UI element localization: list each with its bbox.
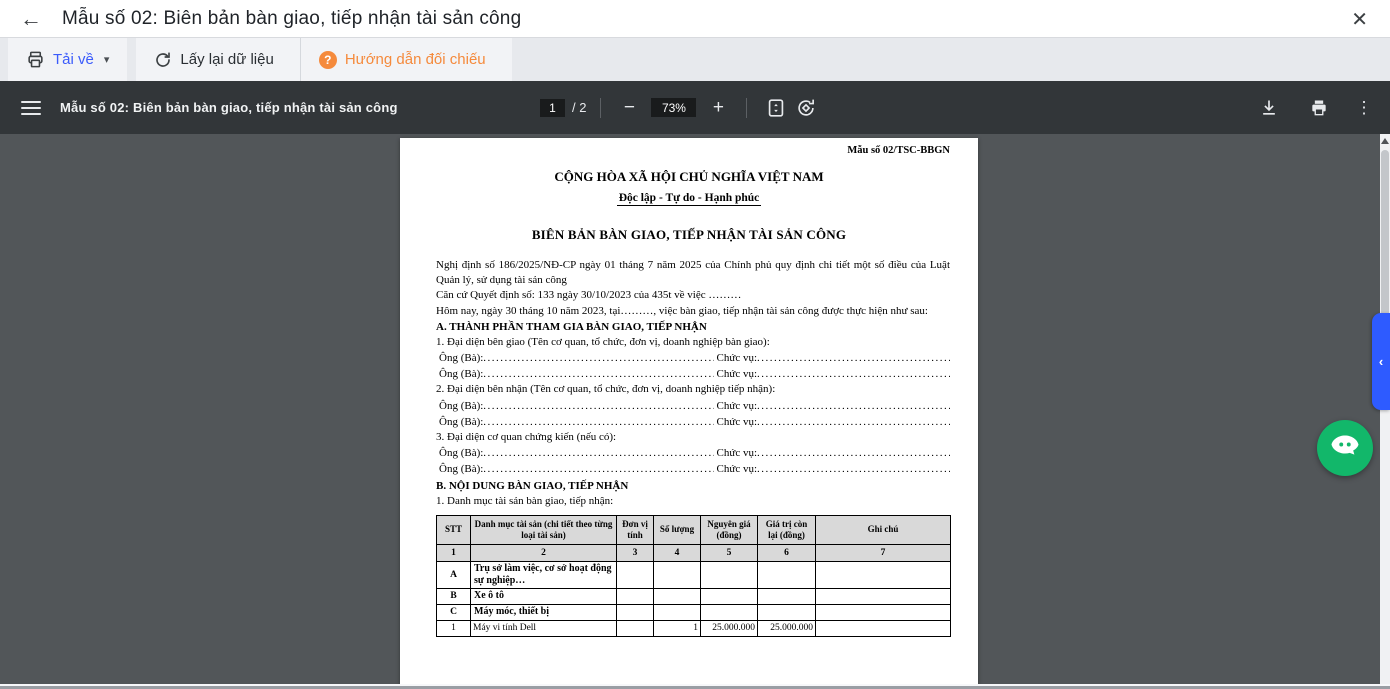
refresh-icon bbox=[154, 51, 172, 69]
person-line: Ông (Bà):...............................… bbox=[436, 445, 950, 461]
download-button[interactable]: Tải về ▾ bbox=[8, 38, 127, 81]
dotted-line: ........................................… bbox=[483, 398, 713, 414]
asset-table: STT Danh mục tài sản (chi tiết theo từng… bbox=[436, 515, 951, 637]
dotted-line: ........................................… bbox=[483, 414, 713, 430]
dotted-line: ........................................… bbox=[757, 461, 950, 477]
role-label: Chức vụ: bbox=[714, 366, 758, 382]
dotted-line: ........................................… bbox=[757, 366, 950, 382]
guide-link[interactable]: ? Hướng dẫn đối chiếu bbox=[300, 38, 512, 81]
modal-title: Mẫu số 02: Biên bản bàn giao, tiếp nhận … bbox=[62, 8, 521, 30]
pdf-viewer-canvas[interactable]: Mẫu số 02/TSC-BBGN CỘNG HÒA XÃ HỘI CHỦ N… bbox=[0, 134, 1390, 684]
app-window: ← Mẫu số 02: Biên bản bàn giao, tiếp nhậ… bbox=[0, 0, 1390, 689]
dotted-line: ........................................… bbox=[757, 350, 950, 366]
col-header: Ghi chú bbox=[816, 515, 951, 544]
back-arrow-icon[interactable]: ← bbox=[20, 8, 44, 30]
help-icon: ? bbox=[319, 51, 337, 69]
person-label: Ông (Bà): bbox=[436, 414, 483, 430]
national-title: CỘNG HÒA XÃ HỘI CHỦ NGHĨA VIỆT NAM bbox=[400, 169, 978, 185]
chevron-left-icon: ‹ bbox=[1379, 354, 1383, 369]
person-label: Ông (Bà): bbox=[436, 398, 483, 414]
printer-icon bbox=[26, 50, 45, 69]
dotted-line: ........................................… bbox=[757, 414, 950, 430]
download-label: Tải về bbox=[53, 51, 94, 68]
toolbar-divider bbox=[600, 98, 601, 118]
list-item: 1. Danh mục tài sản bàn giao, tiếp nhận: bbox=[436, 494, 950, 509]
person-line: Ông (Bà):...............................… bbox=[436, 366, 950, 382]
pdf-right-actions: ⋮ bbox=[1254, 98, 1374, 118]
chat-support-button[interactable] bbox=[1317, 420, 1373, 476]
person-line: Ông (Bà):...............................… bbox=[436, 398, 950, 414]
col-header: Danh mục tài sản (chi tiết theo từng loạ… bbox=[471, 515, 617, 544]
pdf-toolbar: Mẫu số 02: Biên bản bàn giao, tiếp nhận … bbox=[0, 81, 1390, 134]
menu-icon[interactable] bbox=[21, 97, 41, 119]
paragraph: Căn cứ Quyết định số: 133 ngày 30/10/202… bbox=[436, 288, 950, 303]
dotted-line: ........................................… bbox=[483, 445, 713, 461]
person-line: Ông (Bà):...............................… bbox=[436, 461, 950, 477]
col-header: Giá trị còn lại (đồng) bbox=[758, 515, 816, 544]
download-file-icon[interactable] bbox=[1254, 98, 1284, 118]
page-total-label: / 2 bbox=[572, 100, 586, 115]
scrollbar-up-arrow-icon[interactable] bbox=[1381, 138, 1389, 144]
dotted-line: ........................................… bbox=[757, 398, 950, 414]
modal-titlebar: ← Mẫu số 02: Biên bản bàn giao, tiếp nhậ… bbox=[0, 0, 1390, 38]
pdf-document-title: Mẫu số 02: Biên bản bàn giao, tiếp nhận … bbox=[60, 100, 398, 115]
person-line: Ông (Bà):...............................… bbox=[436, 350, 950, 366]
list-item: 2. Đại diện bên nhận (Tên cơ quan, tổ ch… bbox=[436, 382, 950, 397]
more-options-icon[interactable]: ⋮ bbox=[1354, 98, 1374, 118]
role-label: Chức vụ: bbox=[714, 398, 758, 414]
close-icon[interactable]: ✕ bbox=[1351, 7, 1368, 32]
dotted-line: ........................................… bbox=[757, 445, 950, 461]
pdf-page-controls: 1 / 2 − 73% + bbox=[540, 97, 821, 119]
role-label: Chức vụ: bbox=[714, 461, 758, 477]
paragraph: Hôm nay, ngày 30 tháng 10 năm 2023, tại…… bbox=[436, 304, 950, 319]
zoom-out-button[interactable]: − bbox=[615, 97, 643, 119]
dotted-line: ........................................… bbox=[483, 461, 713, 477]
person-label: Ông (Bà): bbox=[436, 461, 483, 477]
person-label: Ông (Bà): bbox=[436, 350, 483, 366]
column-number-row: 12 34 56 7 bbox=[437, 544, 951, 561]
person-label: Ông (Bà): bbox=[436, 445, 483, 461]
toolbar-divider bbox=[746, 98, 747, 118]
role-label: Chức vụ: bbox=[714, 350, 758, 366]
table-header-row: STT Danh mục tài sản (chi tiết theo từng… bbox=[437, 515, 951, 544]
chat-bubble-icon bbox=[1327, 428, 1363, 469]
section-a-heading: A. THÀNH PHẦN THAM GIA BÀN GIAO, TIẾP NH… bbox=[436, 319, 950, 335]
print-icon[interactable] bbox=[1304, 98, 1334, 118]
reload-data-button[interactable]: Lấy lại dữ liệu bbox=[136, 38, 299, 81]
section-b-heading: B. NỘI DUNG BÀN GIAO, TIẾP NHẬN bbox=[436, 478, 950, 494]
dotted-line: ........................................… bbox=[483, 366, 713, 382]
table-row: BXe ô tô bbox=[437, 588, 951, 604]
document-body: Nghị định số 186/2025/NĐ-CP ngày 01 thán… bbox=[436, 258, 950, 509]
col-header: STT bbox=[437, 515, 471, 544]
zoom-in-button[interactable]: + bbox=[704, 97, 732, 119]
list-item: 3. Đại diện cơ quan chứng kiến (nếu có): bbox=[436, 430, 950, 445]
col-header: Đơn vị tính bbox=[617, 515, 654, 544]
page-number-input[interactable]: 1 bbox=[540, 99, 565, 117]
side-panel-toggle[interactable]: ‹ bbox=[1372, 313, 1390, 410]
table-row: 1Máy vi tính Dell 1 25.000.00025.000.000 bbox=[437, 620, 951, 636]
guide-label: Hướng dẫn đối chiếu bbox=[345, 51, 486, 68]
person-label: Ông (Bà): bbox=[436, 366, 483, 382]
reload-label: Lấy lại dữ liệu bbox=[180, 51, 273, 68]
rotate-button[interactable] bbox=[791, 97, 821, 119]
document-title: BIÊN BẢN BÀN GIAO, TIẾP NHẬN TÀI SẢN CÔN… bbox=[400, 227, 978, 243]
national-motto: Độc lập - Tự do - Hạnh phúc bbox=[617, 192, 762, 206]
zoom-level-input[interactable]: 73% bbox=[651, 98, 696, 117]
table-row: CMáy móc, thiết bị bbox=[437, 604, 951, 620]
table-row: ATrụ sở làm việc, cơ sở hoạt động sự ngh… bbox=[437, 561, 951, 588]
role-label: Chức vụ: bbox=[714, 445, 758, 461]
col-header: Nguyên giá (đồng) bbox=[701, 515, 758, 544]
bottom-edge-strip bbox=[0, 684, 1390, 689]
list-item: 1. Đại diện bên giao (Tên cơ quan, tổ ch… bbox=[436, 335, 950, 350]
paragraph: Nghị định số 186/2025/NĐ-CP ngày 01 thán… bbox=[436, 258, 950, 288]
role-label: Chức vụ: bbox=[714, 414, 758, 430]
form-code: Mẫu số 02/TSC-BBGN bbox=[400, 145, 950, 156]
person-line: Ông (Bà):...............................… bbox=[436, 414, 950, 430]
action-toolbar: Tải về ▾ Lấy lại dữ liệu ? Hướng dẫn đối… bbox=[0, 38, 1390, 81]
caret-down-icon: ▾ bbox=[104, 53, 110, 66]
fit-to-page-button[interactable] bbox=[761, 97, 791, 119]
col-header: Số lượng bbox=[654, 515, 701, 544]
pdf-page: Mẫu số 02/TSC-BBGN CỘNG HÒA XÃ HỘI CHỦ N… bbox=[400, 138, 978, 684]
dotted-line: ........................................… bbox=[483, 350, 713, 366]
